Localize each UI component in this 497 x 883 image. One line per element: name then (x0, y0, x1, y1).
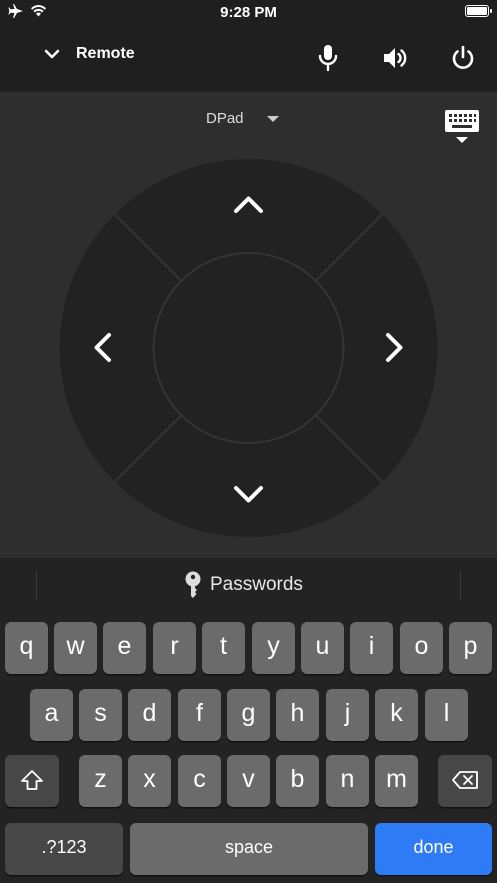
key-d[interactable]: d (128, 689, 171, 741)
key-n[interactable]: n (326, 755, 369, 807)
backspace-icon (452, 770, 478, 789)
passwords-suggestion[interactable]: Passwords (184, 571, 303, 599)
shift-key[interactable] (5, 755, 59, 807)
key-z[interactable]: z (79, 755, 122, 807)
status-time: 9:28 PM (220, 4, 277, 21)
power-button[interactable] (446, 41, 480, 75)
dpad-area: DPad (0, 92, 497, 558)
key-p[interactable]: p (449, 622, 492, 674)
key-v[interactable]: v (227, 755, 270, 807)
key-l[interactable]: l (425, 689, 468, 741)
key-y[interactable]: y (252, 622, 295, 674)
dpad (59, 159, 438, 537)
done-key[interactable]: done (375, 823, 492, 875)
key-k[interactable]: k (375, 689, 418, 741)
shift-icon (21, 769, 43, 790)
power-icon (452, 45, 474, 69)
suggestion-divider (460, 570, 461, 600)
key-s[interactable]: s (79, 689, 122, 741)
key-u[interactable]: u (301, 622, 344, 674)
dpad-center-button[interactable] (152, 252, 345, 444)
top-bar: Remote (0, 24, 497, 92)
key-j[interactable]: j (326, 689, 369, 741)
key-g[interactable]: g (227, 689, 270, 741)
backspace-key[interactable] (438, 755, 492, 807)
status-bar: 9:28 PM (0, 0, 497, 24)
key-i[interactable]: i (350, 622, 393, 674)
volume-button[interactable] (379, 41, 413, 75)
page-title: Remote (76, 45, 135, 62)
key-q[interactable]: q (5, 622, 48, 674)
key-h[interactable]: h (276, 689, 319, 741)
suggestion-bar: Passwords (0, 558, 497, 612)
key-x[interactable]: x (128, 755, 171, 807)
key-r[interactable]: r (153, 622, 196, 674)
device-selector[interactable]: Remote (42, 44, 135, 64)
suggestion-divider (36, 570, 37, 600)
key-t[interactable]: t (202, 622, 245, 674)
key-b[interactable]: b (276, 755, 319, 807)
key-o[interactable]: o (400, 622, 443, 674)
key-f[interactable]: f (178, 689, 221, 741)
keyboard: Passwords q w e r t y u i o p a s d f g … (0, 558, 497, 883)
space-key[interactable]: space (130, 823, 368, 875)
microphone-icon (318, 45, 338, 72)
volume-icon (384, 48, 407, 68)
key-c[interactable]: c (178, 755, 221, 807)
microphone-button[interactable] (311, 41, 345, 75)
chevron-down-icon (44, 49, 60, 59)
battery-icon (465, 5, 492, 17)
numbers-key[interactable]: .?123 (5, 823, 123, 875)
key-a[interactable]: a (30, 689, 73, 741)
key-w[interactable]: w (54, 622, 97, 674)
key-m[interactable]: m (375, 755, 418, 807)
key-icon (185, 571, 201, 598)
key-e[interactable]: e (103, 622, 146, 674)
passwords-label: Passwords (210, 574, 303, 595)
